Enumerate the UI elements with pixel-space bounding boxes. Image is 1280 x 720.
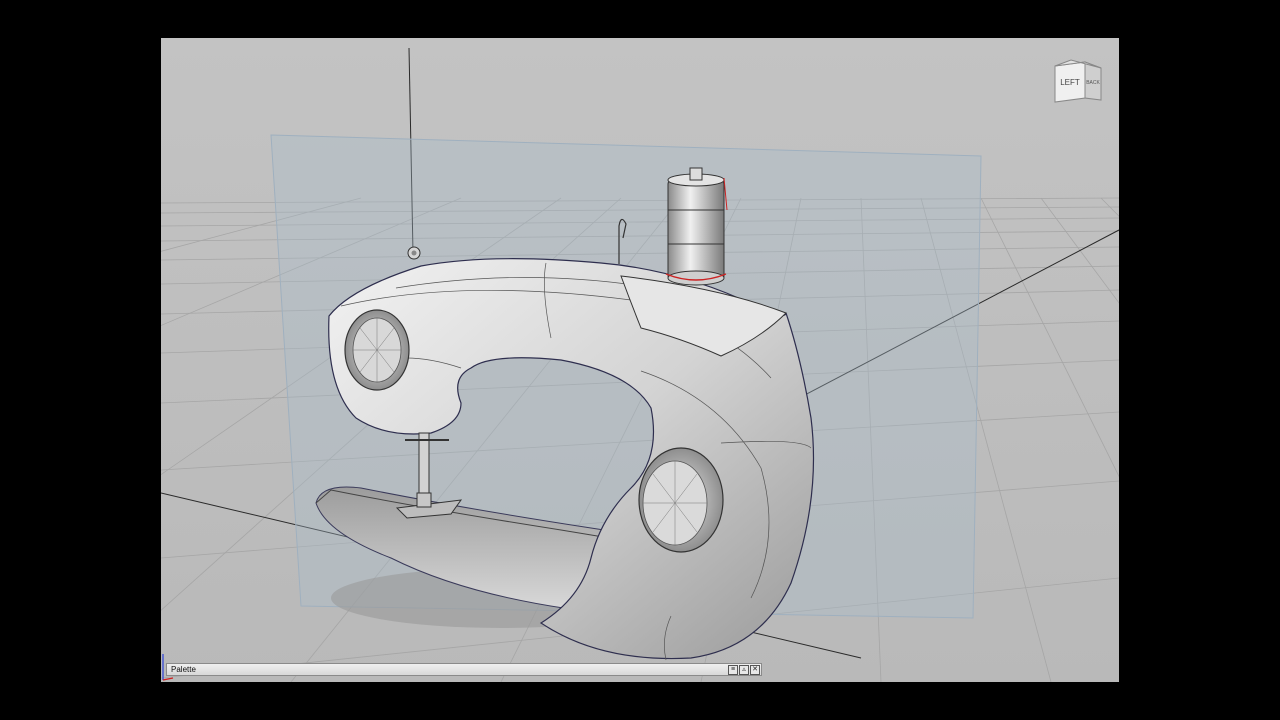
take-up-knob[interactable] — [407, 246, 421, 260]
thread-spool[interactable] — [667, 167, 725, 286]
palette-bar[interactable]: Palette ≡ ▵ ✕ — [166, 663, 762, 676]
view-cube[interactable]: LEFT BACK — [1051, 58, 1107, 108]
collapse-icon[interactable]: ▵ — [739, 664, 749, 675]
view-cube-left-label: LEFT — [1060, 78, 1080, 87]
menu-icon[interactable]: ≡ — [728, 664, 738, 675]
right-dial[interactable] — [638, 447, 724, 553]
left-dial[interactable] — [344, 309, 410, 391]
3d-viewport[interactable]: LEFT BACK Palette ≡ ▵ ✕ — [161, 38, 1119, 682]
palette-title: Palette — [171, 665, 196, 674]
scene-canvas[interactable] — [161, 38, 1119, 682]
view-cube-back-label: BACK — [1086, 80, 1100, 86]
close-icon[interactable]: ✕ — [750, 664, 760, 675]
